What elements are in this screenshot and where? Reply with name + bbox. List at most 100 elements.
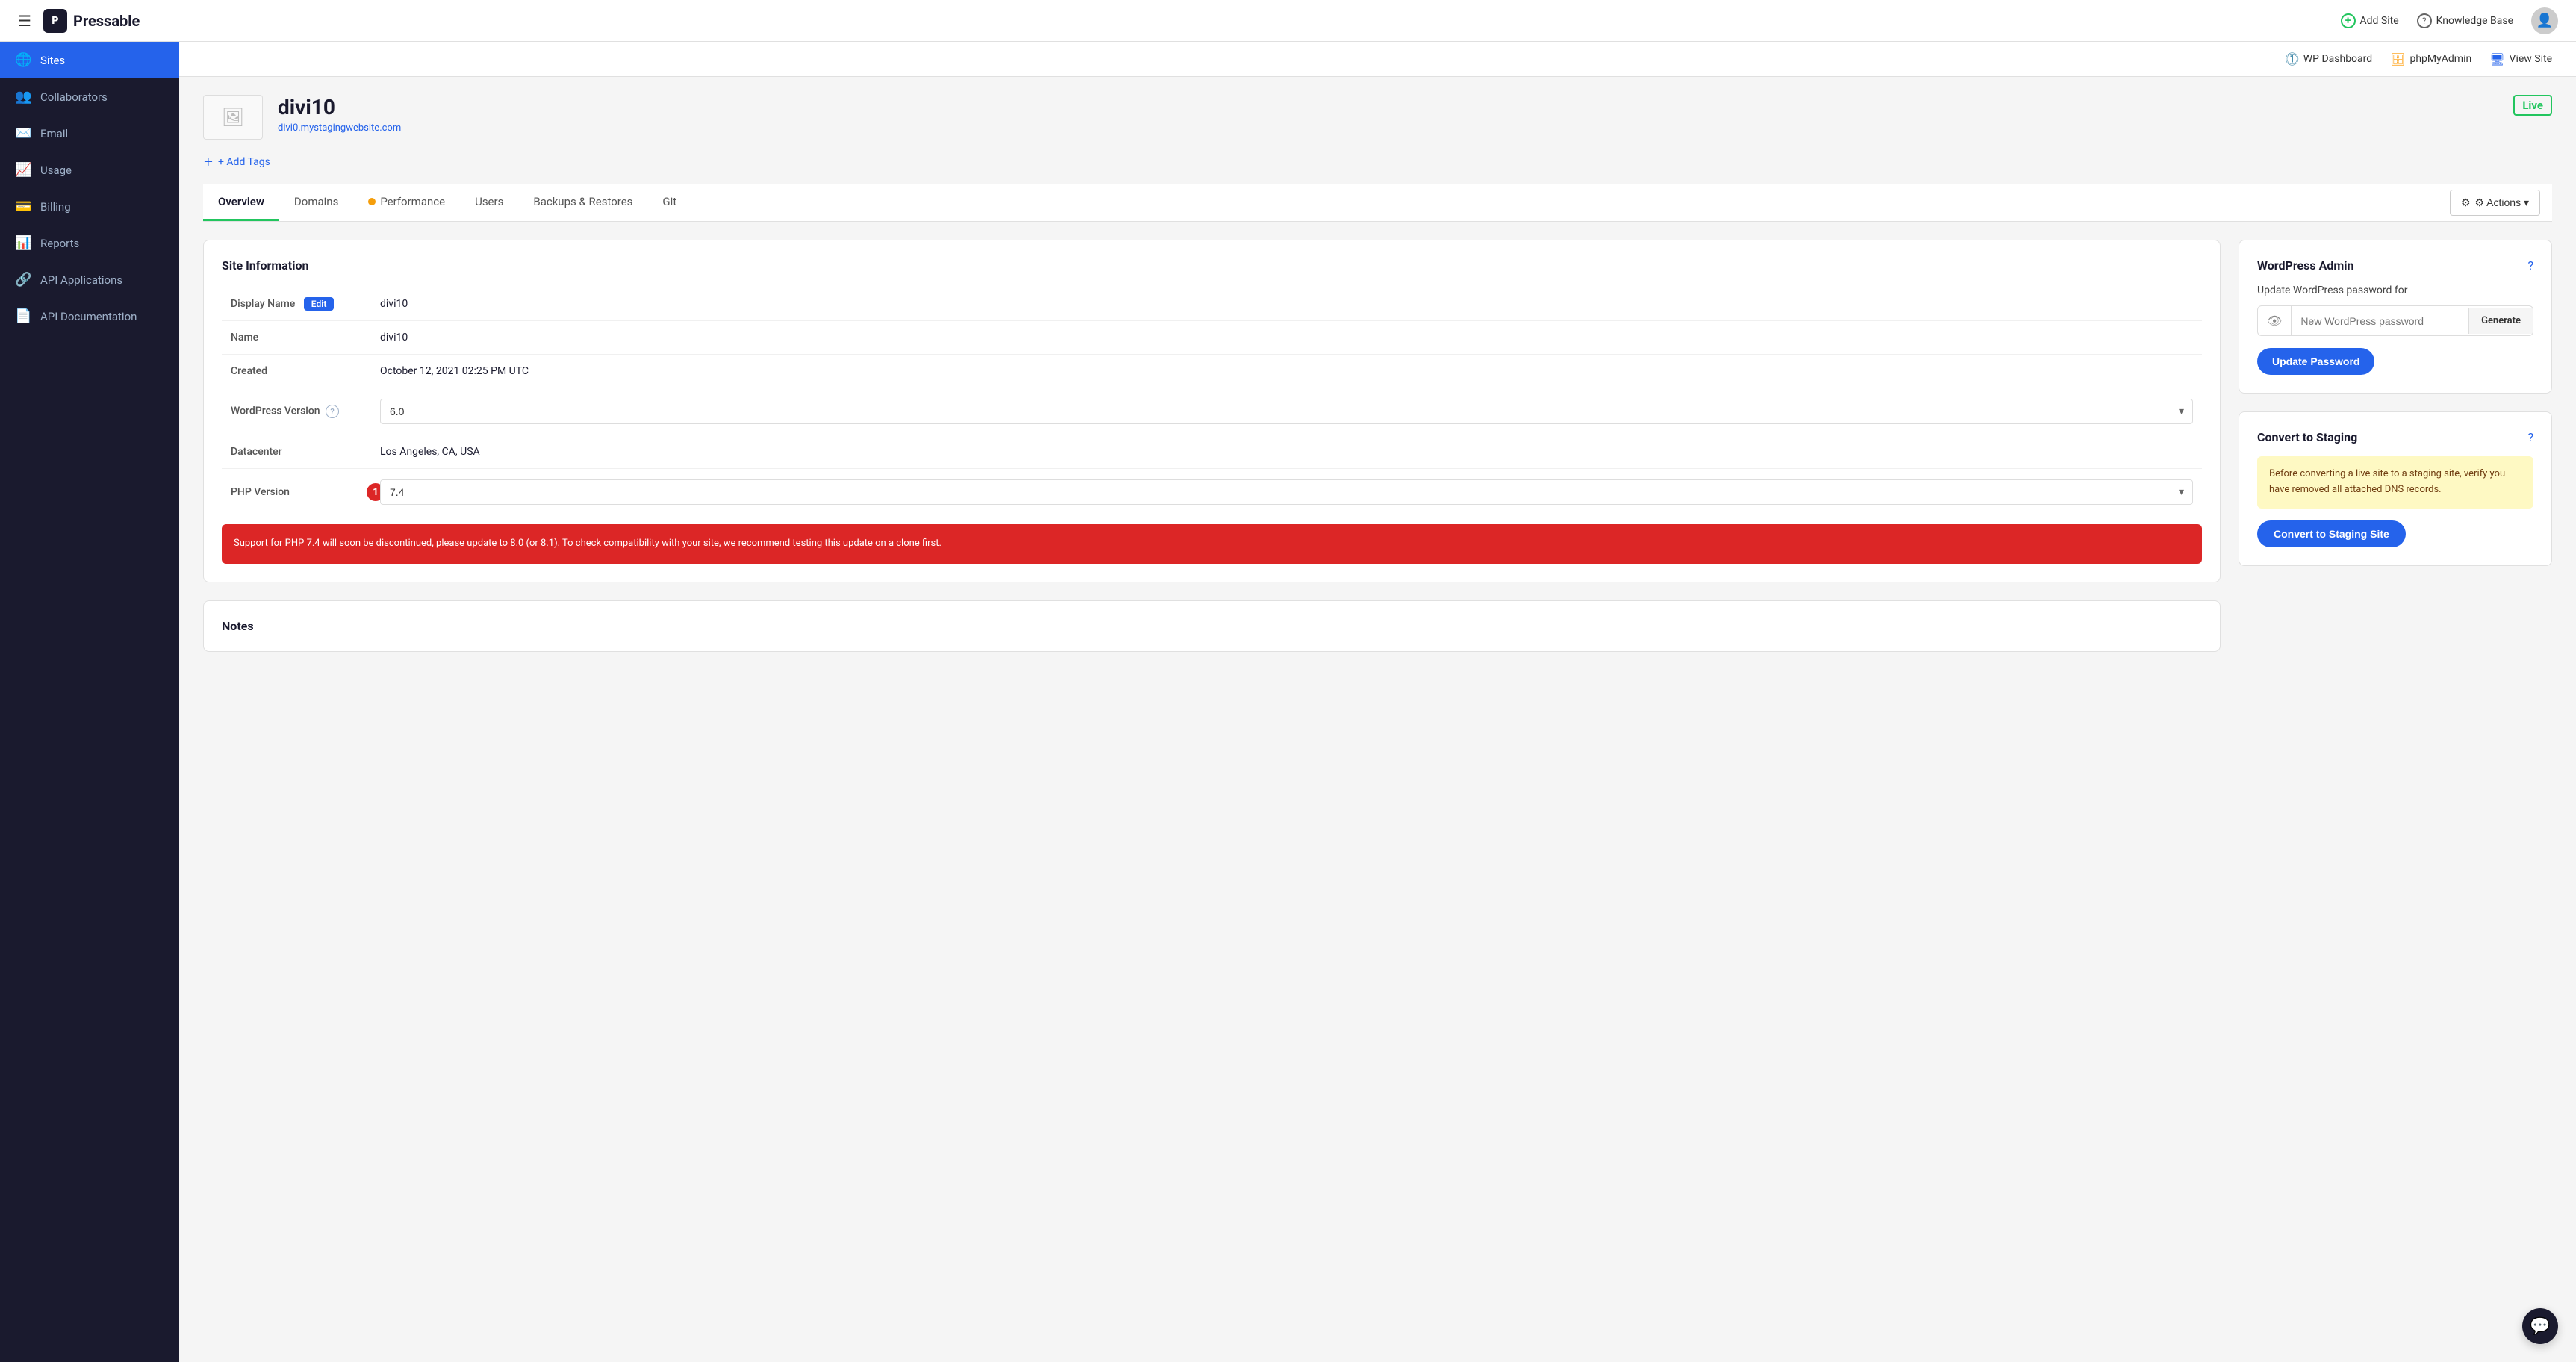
tab-backups[interactable]: Backups & Restores (518, 184, 647, 221)
tab-overview[interactable]: Overview (203, 184, 279, 221)
wp-dashboard-label: WP Dashboard (2303, 53, 2372, 65)
wp-dashboard-icon: ⓵ (2286, 49, 2299, 69)
sidebar-item-api-applications[interactable]: 🔗 API Applications (0, 261, 179, 298)
new-password-input[interactable] (2292, 308, 2468, 335)
api-applications-icon: 🔗 (15, 272, 31, 287)
display-name-label: Display Name Edit (222, 287, 371, 321)
actions-label: ⚙ Actions ▾ (2475, 196, 2530, 209)
secondary-header: ⓵ WP Dashboard 🗄 phpMyAdmin 🖥 View Site (179, 42, 2576, 77)
convert-staging-header: Convert to Staging ? (2257, 430, 2533, 444)
api-documentation-icon: 📄 (15, 308, 31, 324)
staging-warning-text: Before converting a live site to a stagi… (2257, 456, 2533, 509)
info-table: Display Name Edit divi10 Name divi10 (222, 287, 2202, 515)
sidebar-item-reports[interactable]: 📊 Reports (0, 225, 179, 261)
sidebar-item-usage[interactable]: 📈 Usage (0, 152, 179, 188)
tab-performance-label: Performance (380, 195, 445, 208)
app-body: 🌐 Sites 👥 Collaborators ✉️ Email 📈 Usage… (0, 42, 2576, 1362)
site-title: divi10 (278, 95, 2498, 119)
wp-admin-title: WordPress Admin (2257, 258, 2353, 273)
add-tags-button[interactable]: ＋ + Add Tags (203, 155, 2552, 170)
hamburger-icon[interactable]: ☰ (18, 12, 31, 30)
php-version-row-wrapper: 1 7.4 8.0 8.1 (380, 479, 2193, 505)
php-version-select-wrapper: 7.4 8.0 8.1 (380, 479, 2193, 505)
performance-dot-icon (368, 198, 376, 205)
tabs-actions: ⚙ ⚙ Actions ▾ (2450, 190, 2552, 216)
site-header-row: 🖼 divi10 divi0.mystagingwebsite.com Live (203, 95, 2552, 140)
header-left: ☰ P Pressable (18, 9, 140, 33)
site-thumbnail: 🖼 (203, 95, 263, 140)
tab-git[interactable]: Git (647, 184, 691, 221)
wp-version-row: WordPress Version ? 6.0 5.9 (222, 388, 2202, 435)
wp-dashboard-button[interactable]: ⓵ WP Dashboard (2286, 49, 2372, 69)
avatar[interactable]: 👤 (2531, 7, 2558, 34)
knowledge-base-button[interactable]: ? Knowledge Base (2417, 13, 2513, 28)
tab-users[interactable]: Users (460, 184, 518, 221)
php-warning-banner: Support for PHP 7.4 will soon be discont… (222, 524, 2202, 564)
display-name-value: divi10 (371, 287, 2202, 321)
logo-icon: P (43, 9, 67, 33)
content-grid: Site Information Display Name Edit divi1… (203, 240, 2552, 652)
password-row: 👁 Generate (2257, 305, 2533, 336)
add-tags-label: + Add Tags (218, 156, 270, 168)
notes-title: Notes (222, 619, 2202, 633)
sidebar-item-collaborators[interactable]: 👥 Collaborators (0, 78, 179, 115)
sidebar-item-label-sites: Sites (40, 54, 65, 67)
created-row: Created October 12, 2021 02:25 PM UTC (222, 355, 2202, 388)
wp-version-select-wrapper: 6.0 5.9 5.8 5.7 (380, 399, 2193, 424)
view-site-button[interactable]: 🖥 View Site (2489, 52, 2552, 66)
sidebar-item-label-billing: Billing (40, 200, 71, 214)
convert-to-staging-button[interactable]: Convert to Staging Site (2257, 520, 2406, 547)
name-label: Name (222, 321, 371, 355)
chat-bubble-button[interactable]: 💬 (2522, 1308, 2558, 1344)
live-badge: Live (2513, 95, 2552, 116)
password-visibility-icon[interactable]: 👁 (2258, 306, 2292, 335)
php-version-label: PHP Version (222, 469, 371, 516)
knowledge-base-label: Knowledge Base (2436, 15, 2513, 27)
update-password-button[interactable]: Update Password (2257, 348, 2374, 375)
tab-domains[interactable]: Domains (279, 184, 353, 221)
reports-icon: 📊 (15, 235, 31, 251)
datacenter-value: Los Angeles, CA, USA (371, 435, 2202, 469)
wp-admin-help-icon[interactable]: ? (2527, 258, 2533, 273)
php-version-row: PHP Version 1 7.4 8 (222, 469, 2202, 516)
right-column: WordPress Admin ? Update WordPress passw… (2239, 240, 2552, 652)
wp-version-label: WordPress Version ? (222, 388, 371, 435)
add-tags-icon: ＋ (203, 155, 214, 170)
convert-staging-help-icon[interactable]: ? (2527, 430, 2533, 444)
chat-icon: 💬 (2530, 1317, 2550, 1336)
view-site-icon: 🖥 (2489, 52, 2504, 66)
wp-version-select[interactable]: 6.0 5.9 5.8 5.7 (380, 399, 2193, 424)
tab-users-label: Users (475, 195, 503, 208)
wp-version-help-icon[interactable]: ? (326, 405, 339, 418)
sites-icon: 🌐 (15, 52, 31, 68)
sidebar-item-label-api-documentation: API Documentation (40, 310, 137, 323)
sidebar-item-email[interactable]: ✉️ Email (0, 115, 179, 152)
tabs: Overview Domains Performance Users Backu… (203, 184, 2552, 222)
sidebar-item-label-collaborators: Collaborators (40, 90, 108, 104)
thumbnail-placeholder-icon: 🖼 (222, 107, 244, 128)
sidebar-item-billing[interactable]: 💳 Billing (0, 188, 179, 225)
generate-password-button[interactable]: Generate (2468, 308, 2533, 334)
sidebar-item-sites[interactable]: 🌐 Sites (0, 42, 179, 78)
main-content: ⓵ WP Dashboard 🗄 phpMyAdmin 🖥 View Site … (179, 42, 2576, 1362)
site-url[interactable]: divi0.mystagingwebsite.com (278, 122, 2498, 134)
add-site-label: Add Site (2360, 15, 2399, 27)
php-version-select[interactable]: 7.4 8.0 8.1 (380, 479, 2193, 505)
tab-performance[interactable]: Performance (353, 184, 460, 221)
knowledge-base-icon: ? (2417, 13, 2432, 28)
phpmyadmin-button[interactable]: 🗄 phpMyAdmin (2390, 52, 2471, 66)
phpmyadmin-icon: 🗄 (2390, 52, 2405, 66)
top-header: ☰ P Pressable + Add Site ? Knowledge Bas… (0, 0, 2576, 42)
actions-button[interactable]: ⚙ ⚙ Actions ▾ (2450, 190, 2540, 216)
datacenter-row: Datacenter Los Angeles, CA, USA (222, 435, 2202, 469)
edit-display-name-button[interactable]: Edit (304, 297, 335, 311)
gear-icon: ⚙ (2461, 196, 2471, 209)
sidebar: 🌐 Sites 👥 Collaborators ✉️ Email 📈 Usage… (0, 42, 179, 1362)
add-site-button[interactable]: + Add Site (2341, 13, 2399, 28)
wp-version-select-cell: 6.0 5.9 5.8 5.7 (371, 388, 2202, 435)
add-site-icon: + (2341, 13, 2356, 28)
display-name-row: Display Name Edit divi10 (222, 287, 2202, 321)
sidebar-item-api-documentation[interactable]: 📄 API Documentation (0, 298, 179, 335)
sidebar-item-label-api-applications: API Applications (40, 273, 122, 287)
datacenter-label: Datacenter (222, 435, 371, 469)
